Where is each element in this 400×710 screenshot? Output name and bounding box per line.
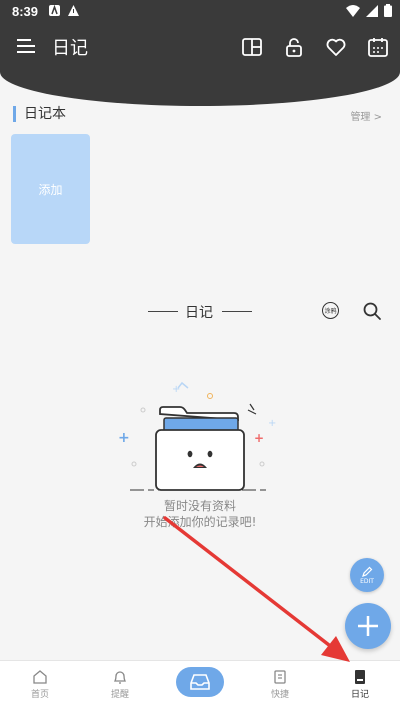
battery-icon [384,4,392,17]
pencil-icon [362,566,373,577]
plus-icon [358,616,378,636]
bell-icon [113,671,127,684]
calendar-icon[interactable] [367,36,389,58]
app-notification-icon [49,4,60,16]
nav-label-quick: 快捷 [270,690,289,700]
sticker-icon[interactable]: 涂鸦 [322,302,339,319]
edit-fab-label: EDIT [360,577,374,585]
header-curve [0,72,400,106]
nav-item-inbox[interactable] [176,667,224,697]
nav-item-reminder[interactable]: 提醒 [90,669,150,700]
page-title: 日记 [52,38,88,59]
manage-link[interactable]: 管理 > [350,108,382,123]
diary-book-icon [355,670,365,684]
empty-message: 暂时没有资料 [163,499,236,513]
empty-folder-illustration: + + + + [118,381,276,491]
svg-text:+: + [172,384,180,395]
nav-label-home: 首页 [30,690,49,700]
nav-label-reminder: 提醒 [110,690,129,700]
nav-label-diary: 日记 [350,690,369,700]
svg-text:+: + [254,431,264,445]
lock-icon[interactable] [283,36,305,58]
app-header: 日记 [0,24,400,72]
divider-right [222,311,252,312]
home-icon [33,670,47,684]
nav-item-home[interactable]: 首页 [10,669,70,700]
sticker-label: 涂鸦 [324,308,337,315]
inbox-icon [190,674,210,690]
heart-icon[interactable] [325,36,347,58]
layout-icon[interactable] [241,36,263,58]
add-notebook-label: 添加 [38,182,63,197]
notebook-section-title: 日记本 [13,106,66,122]
search-icon[interactable] [362,301,382,321]
diary-title: 日记 [185,305,213,321]
status-time: 8:39 [12,4,39,19]
nav-item-diary[interactable]: 日记 [330,669,390,700]
add-entry-button[interactable] [345,603,391,649]
empty-hint: 开始添加你的记录吧! [143,515,257,529]
status-bar: 8:39 [0,0,400,24]
diary-header: 日记 涂鸦 [0,300,400,322]
svg-text:+: + [268,418,276,429]
nav-item-quick[interactable]: 快捷 [250,669,310,700]
quick-note-icon [274,670,286,684]
signal-icon [366,4,378,17]
bottom-nav: 首页 提醒 快捷 日记 [0,660,400,710]
edit-fab-button[interactable]: EDIT [350,558,384,592]
add-notebook-button[interactable]: 添加 [11,134,90,244]
wifi-icon [346,4,360,17]
warning-icon [68,5,79,16]
divider-left [148,311,178,312]
svg-text:+: + [118,430,130,446]
menu-icon[interactable] [16,36,36,56]
